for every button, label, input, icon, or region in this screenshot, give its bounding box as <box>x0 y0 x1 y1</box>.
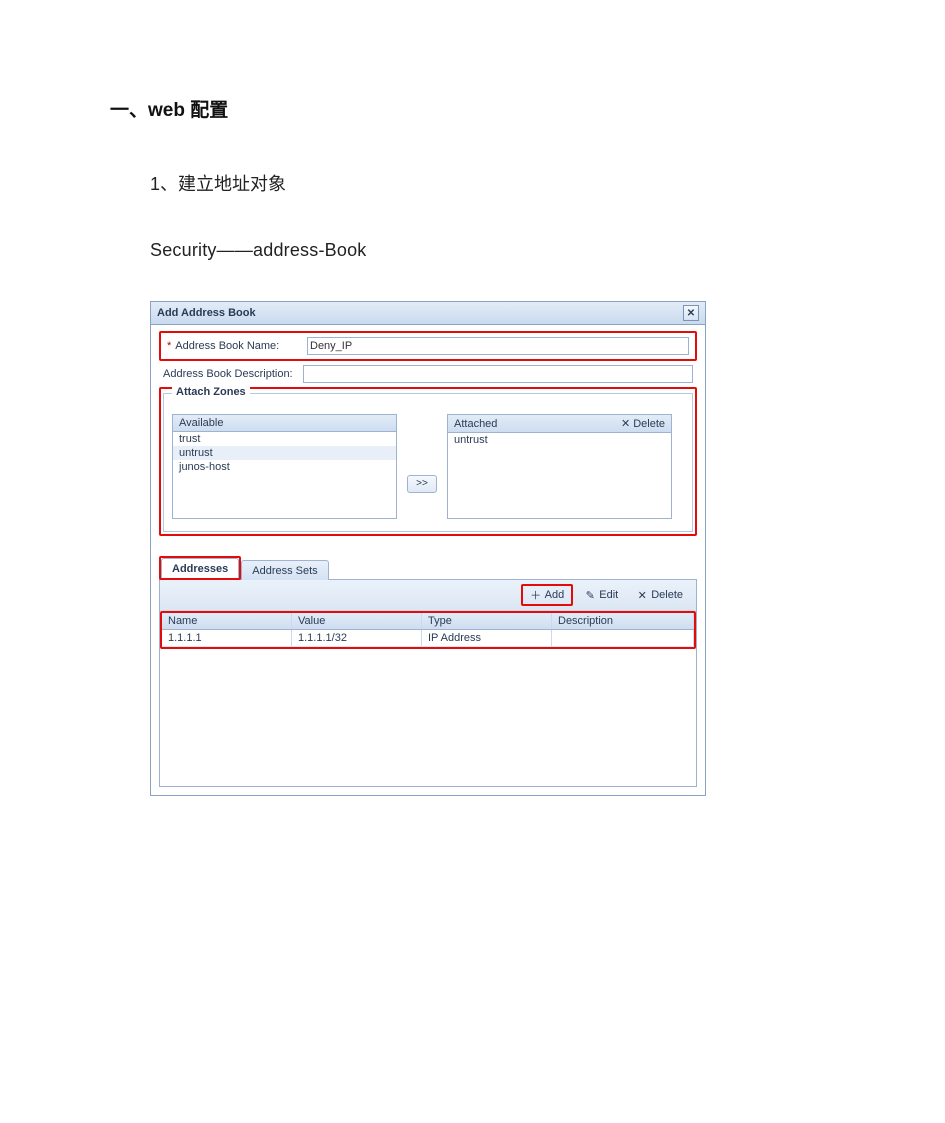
list-item[interactable]: untrust <box>173 446 396 460</box>
step-1-text: 1、建立地址对象 <box>150 170 835 196</box>
edit-icon: ✎ <box>584 589 596 601</box>
delete-button[interactable]: ✕ Delete <box>629 584 690 606</box>
grid-header: Name Value Type Description <box>162 613 694 630</box>
highlight-addresses-tab: Addresses <box>159 556 241 580</box>
highlight-name-row: * Address Book Name: <box>159 331 697 361</box>
highlight-grid: Name Value Type Description 1.1.1.1 1.1.… <box>160 611 696 649</box>
address-book-name-label: * Address Book Name: <box>167 340 307 352</box>
add-label: Add <box>545 589 565 601</box>
grid-toolbar: ＋ Add ✎ Edit ✕ Delete <box>160 580 696 611</box>
available-zones-list[interactable]: Available trust untrust junos-host <box>172 414 397 519</box>
highlight-add-button: ＋ Add <box>521 584 574 606</box>
edit-button[interactable]: ✎ Edit <box>577 584 625 606</box>
delete-icon: ✕ <box>621 417 630 430</box>
delete-icon: ✕ <box>636 589 648 601</box>
delete-attached-button[interactable]: ✕ Delete <box>621 417 665 430</box>
add-button[interactable]: ＋ Add <box>523 586 572 604</box>
available-header: Available <box>179 417 223 429</box>
highlight-attach-zones: Attach Zones Available trust untrust jun… <box>159 387 697 536</box>
nav-path-text: Security——address-Book <box>150 240 835 261</box>
col-value[interactable]: Value <box>292 613 422 629</box>
tab-addresses[interactable]: Addresses <box>161 558 239 578</box>
list-item[interactable]: trust <box>173 432 396 446</box>
delete-label-2: Delete <box>651 589 683 601</box>
address-book-desc-label: Address Book Description: <box>163 368 303 380</box>
add-icon: ＋ <box>530 589 542 601</box>
attached-zones-list[interactable]: Attached ✕ Delete untrust <box>447 414 672 519</box>
move-right-button[interactable]: >> <box>407 475 437 493</box>
close-icon[interactable]: ✕ <box>683 305 699 321</box>
attached-header: Attached <box>454 418 497 430</box>
tabs: Addresses Address Sets <box>159 556 697 580</box>
address-book-desc-input[interactable] <box>303 365 693 383</box>
addresses-panel: ＋ Add ✎ Edit ✕ Delete <box>159 579 697 787</box>
tab-address-sets[interactable]: Address Sets <box>241 560 328 580</box>
cell-desc <box>552 630 694 646</box>
col-name[interactable]: Name <box>162 613 292 629</box>
required-asterisk: * <box>167 340 171 352</box>
col-type[interactable]: Type <box>422 613 552 629</box>
heading-web-config: 一、web 配置 <box>110 95 835 122</box>
attach-zones-legend: Attach Zones <box>172 386 250 398</box>
add-address-book-dialog: Add Address Book ✕ * Address Book Name: A… <box>150 301 706 796</box>
delete-label: Delete <box>633 418 665 430</box>
address-book-name-input[interactable] <box>307 337 689 355</box>
dialog-title: Add Address Book <box>157 307 256 319</box>
dialog-titlebar: Add Address Book ✕ <box>151 302 705 325</box>
col-description[interactable]: Description <box>552 613 694 629</box>
edit-label: Edit <box>599 589 618 601</box>
cell-name: 1.1.1.1 <box>162 630 292 646</box>
table-row[interactable]: 1.1.1.1 1.1.1.1/32 IP Address <box>162 630 694 647</box>
cell-value: 1.1.1.1/32 <box>292 630 422 646</box>
name-label-text: Address Book Name: <box>175 340 279 352</box>
list-item[interactable]: untrust <box>448 433 671 447</box>
cell-type: IP Address <box>422 630 552 646</box>
list-item[interactable]: junos-host <box>173 460 396 474</box>
